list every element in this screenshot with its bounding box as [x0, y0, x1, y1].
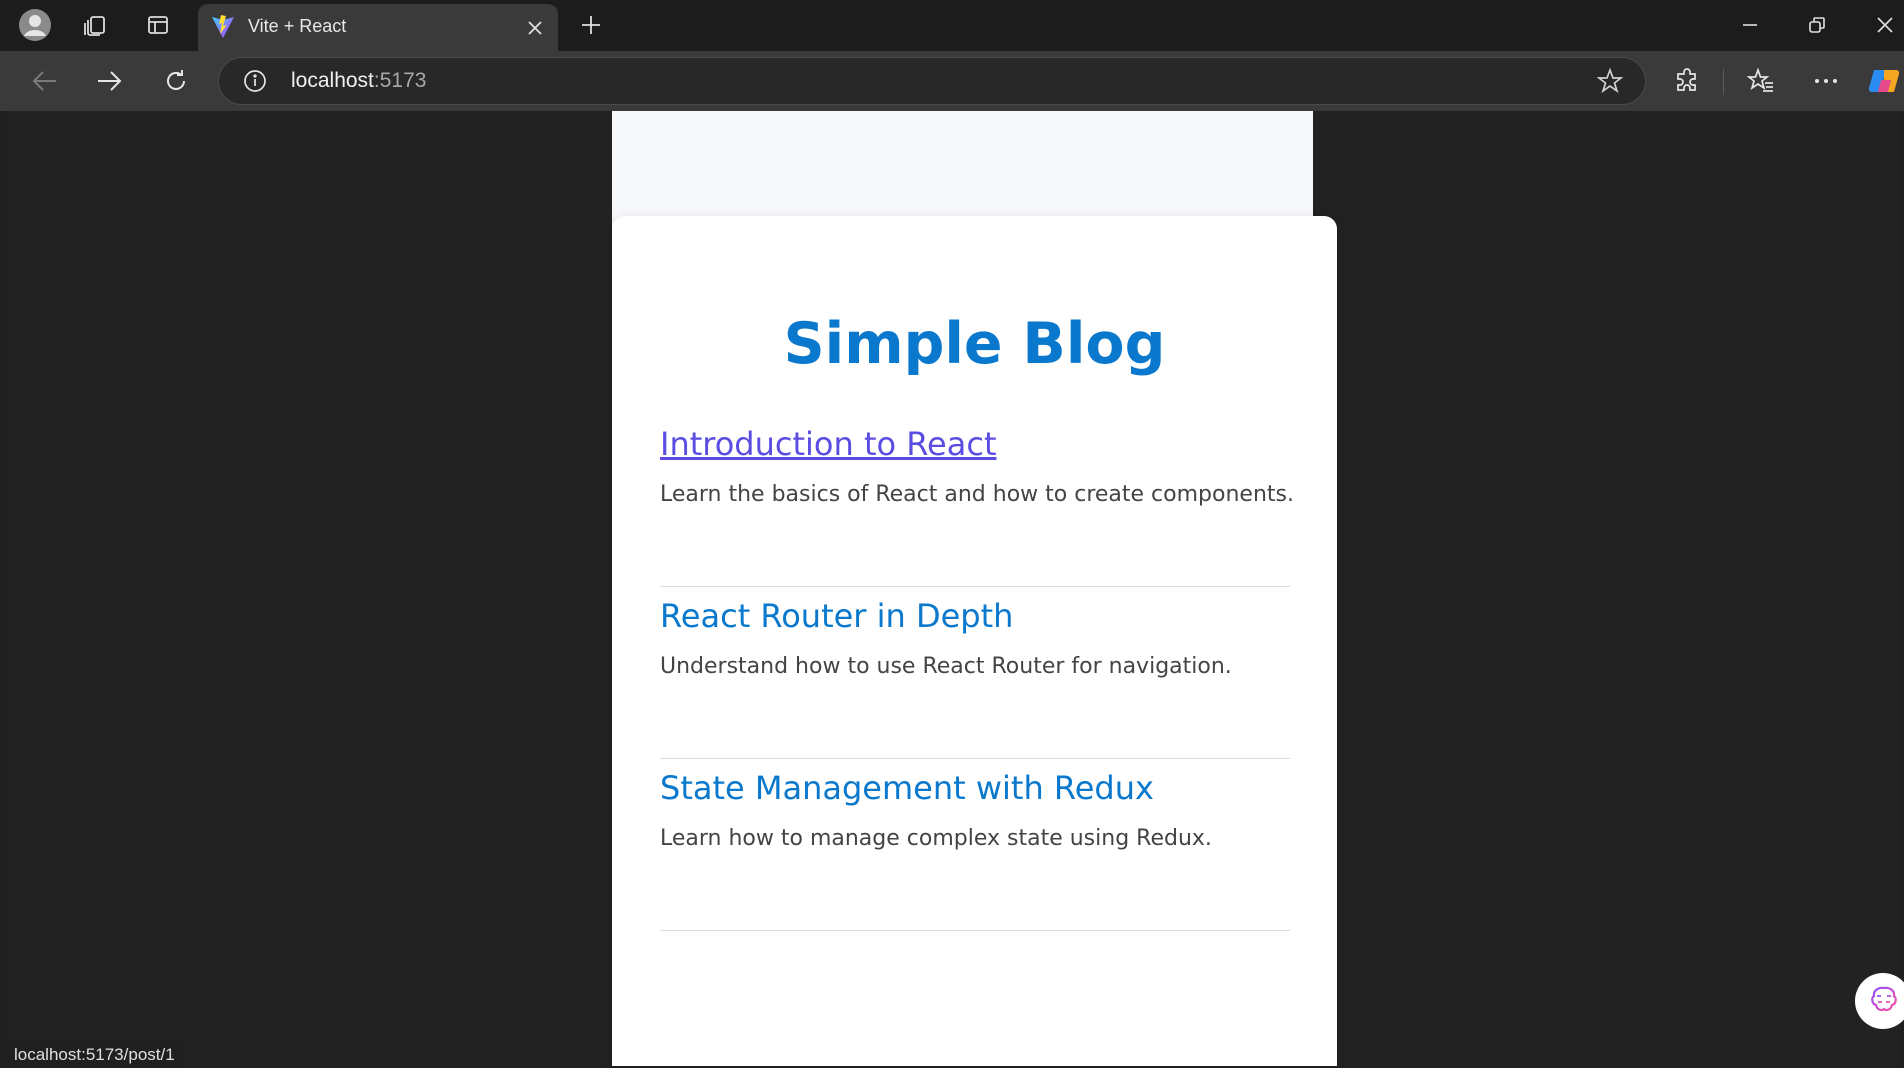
browser-tab-bar: Vite + React: [0, 0, 1904, 51]
page-viewport: Simple Blog Introduction to React Learn …: [8, 111, 1901, 1066]
post-item: React Router in Depth Understand how to …: [660, 586, 1290, 759]
new-tab-icon[interactable]: [574, 8, 608, 42]
more-icon[interactable]: [1807, 63, 1845, 99]
post-item: State Management with Redux Learn how to…: [660, 758, 1290, 931]
tab-vite-react[interactable]: Vite + React: [198, 4, 558, 51]
status-bar-url: localhost:5173/post/1: [8, 1041, 185, 1066]
brain-assistant-button[interactable]: [1855, 973, 1904, 1029]
post-excerpt: Learn how to manage complex state using …: [660, 826, 1212, 851]
toolbar-separator: [1723, 69, 1724, 95]
post-excerpt: Understand how to use React Router for n…: [660, 654, 1232, 679]
restore-icon[interactable]: [1800, 8, 1834, 42]
post-title-link[interactable]: State Management with Redux: [660, 769, 1154, 807]
address-url[interactable]: localhost:5173: [291, 69, 426, 93]
extensions-icon[interactable]: [1668, 63, 1706, 99]
profile-avatar-icon[interactable]: [18, 8, 52, 42]
browser-toolbar: localhost:5173: [0, 51, 1904, 111]
blog-title: Simple Blog: [783, 311, 1166, 377]
collections-icon[interactable]: [78, 8, 112, 42]
copilot-icon[interactable]: [1866, 63, 1904, 99]
post-item: Introduction to React Learn the basics o…: [660, 414, 1294, 587]
post-title-link[interactable]: React Router in Depth: [660, 597, 1013, 635]
close-icon[interactable]: [520, 13, 550, 43]
brain-icon: [1869, 984, 1899, 1018]
vite-favicon-icon: [210, 14, 236, 44]
blog-card: Simple Blog Introduction to React Learn …: [612, 216, 1337, 1066]
tab-title: Vite + React: [248, 16, 347, 36]
minimize-icon[interactable]: [1733, 8, 1767, 42]
favorites-icon[interactable]: [1742, 63, 1780, 99]
post-title-link[interactable]: Introduction to React: [660, 425, 996, 463]
address-bar[interactable]: localhost:5173: [218, 57, 1646, 105]
tab-actions-icon[interactable]: [141, 8, 175, 42]
refresh-icon[interactable]: [157, 63, 195, 99]
favorite-star-icon[interactable]: [1596, 67, 1624, 98]
post-excerpt: Learn the basics of React and how to cre…: [660, 482, 1294, 507]
info-icon[interactable]: [243, 69, 267, 97]
back-icon[interactable]: [25, 63, 63, 99]
window-close-icon[interactable]: [1868, 8, 1902, 42]
address-host: localhost: [291, 69, 374, 92]
address-port: :5173: [373, 69, 427, 92]
forward-icon[interactable]: [91, 63, 129, 99]
